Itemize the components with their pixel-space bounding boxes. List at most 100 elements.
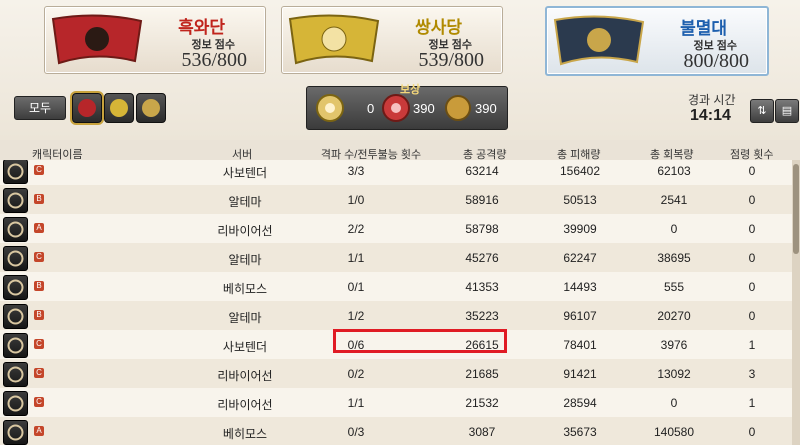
copy-icon[interactable]: ▤ [775,99,799,123]
cell-kd: 3/3 [347,164,365,178]
reward-value-1: 0 [367,101,375,116]
job-icon [3,188,28,213]
cell-kd: 1/2 [347,309,365,323]
cell-kd: 0/1 [347,280,365,294]
cell-heal: 62103 [657,164,691,178]
job-icon [3,246,28,271]
highlight-box [333,329,507,353]
cell-atk: 63214 [465,164,499,178]
cell-kd: 1/1 [347,251,365,265]
job-icon [3,275,28,300]
cell-heal: 3976 [660,338,688,352]
job-icon [3,362,28,387]
elapsed-label: 경과 시간 [688,93,736,107]
rank-badge: C [34,165,44,175]
cell-cap: 0 [748,309,756,323]
cell-atk: 3087 [468,425,496,439]
cell-heal: 140580 [653,425,695,439]
red-emblem-filter-icon[interactable] [72,93,102,123]
job-icon [3,217,28,242]
cell-cap: 0 [748,251,756,265]
cell-cap: 0 [748,164,756,178]
team-card-3[interactable]: 불멸대 정보 점수 800/800 [545,6,769,76]
rank-badge: C [34,252,44,262]
gold-emblem-filter-icon[interactable] [136,93,166,123]
rank-badge: A [34,223,44,233]
table-row[interactable]: A 베히모스 0/3 3087 35673 140580 0 [0,417,792,445]
job-icon [3,304,28,329]
rank-badge: B [34,194,44,204]
team-score: 800/800 [683,50,749,72]
cell-atk: 41353 [465,280,499,294]
reward-panel: 보상 0 390 390 [306,84,508,130]
sort-icon[interactable]: ⇅ [750,99,774,123]
table-row[interactable]: C 알테마 1/1 45276 62247 38695 0 [0,243,792,272]
cell-server: 사보텐더 [222,166,268,180]
cell-kd: 0/3 [347,425,365,439]
top-panel: 흑와단 정보 점수 536/800 쌍사당 정보 점수 539/800 불멸대 … [0,0,800,140]
cell-cap: 0 [748,280,756,294]
cell-dmg: 39909 [563,222,597,236]
cell-atk: 21685 [465,367,499,381]
cell-heal: 38695 [657,251,691,265]
cell-atk: 21532 [465,396,499,410]
table-row[interactable]: C 리바이어선 1/1 21532 28594 0 1 [0,388,792,417]
team-name: 흑와단 [178,18,225,37]
cell-server: 베히모스 [222,282,268,296]
filter-all-button[interactable]: 모두 [14,96,66,120]
cell-server: 리바이어선 [217,224,273,238]
job-icon [3,333,28,358]
cell-kd: 0/2 [347,367,365,381]
team-name: 불멸대 [680,19,727,38]
cell-atk: 45276 [465,251,499,265]
team-score: 536/800 [181,49,247,71]
rank-badge: C [34,339,44,349]
cell-heal: 13092 [657,367,691,381]
cell-cap: 0 [748,193,756,207]
cell-heal: 20270 [657,309,691,323]
table-row[interactable]: C 사보텐더 3/3 63214 156402 62103 0 [0,160,792,185]
reward-value-2: 390 [413,101,435,116]
yellow-emblem-filter-icon[interactable] [104,93,134,123]
gold-seal-icon [316,94,344,122]
elapsed-time: 14:14 [690,107,731,124]
cell-server: 알테마 [228,195,262,209]
cell-heal: 2541 [660,193,688,207]
cell-server: 리바이어선 [217,398,273,412]
rank-badge: C [34,368,44,378]
red-banner-icon [51,14,143,65]
cell-kd: 1/1 [347,396,365,410]
gold-coin-icon [445,95,471,121]
job-icon [3,420,28,445]
table-row[interactable]: A 리바이어선 2/2 58798 39909 0 0 [0,214,792,243]
table-row[interactable]: B 알테마 1/0 58916 50513 2541 0 [0,185,792,214]
rank-badge: B [34,310,44,320]
team-card-1[interactable]: 흑와단 정보 점수 536/800 [44,6,266,74]
cell-dmg: 14493 [563,280,597,294]
table-row[interactable]: B 알테마 1/2 35223 96107 20270 0 [0,301,792,330]
scroll-thumb[interactable] [793,164,799,254]
team-card-2[interactable]: 쌍사당 정보 점수 539/800 [281,6,503,74]
cell-heal: 555 [663,280,685,294]
cell-heal: 0 [670,222,678,236]
table-row[interactable]: C 리바이어선 0/2 21685 91421 13092 3 [0,359,792,388]
cell-atk: 58798 [465,222,499,236]
cell-cap: 1 [748,338,756,352]
cell-dmg: 96107 [563,309,597,323]
rank-badge: A [34,426,44,436]
cell-server: 알테마 [228,311,262,325]
job-icon [3,391,28,416]
scrollbar[interactable] [792,160,800,445]
blue-banner-icon [553,15,645,66]
cell-dmg: 156402 [559,164,601,178]
job-icon [3,160,28,184]
cell-dmg: 78401 [563,338,597,352]
cell-atk: 58916 [465,193,499,207]
table-row[interactable]: B 베히모스 0/1 41353 14493 555 0 [0,272,792,301]
cell-cap: 1 [748,396,756,410]
cell-cap: 0 [748,222,756,236]
team-score: 539/800 [418,49,484,71]
yellow-banner-icon [288,14,380,65]
cell-kd: 2/2 [347,222,365,236]
result-list: C 사보텐더 3/3 63214 156402 62103 0 B 알테마 1/0 58916 505… [0,160,792,445]
